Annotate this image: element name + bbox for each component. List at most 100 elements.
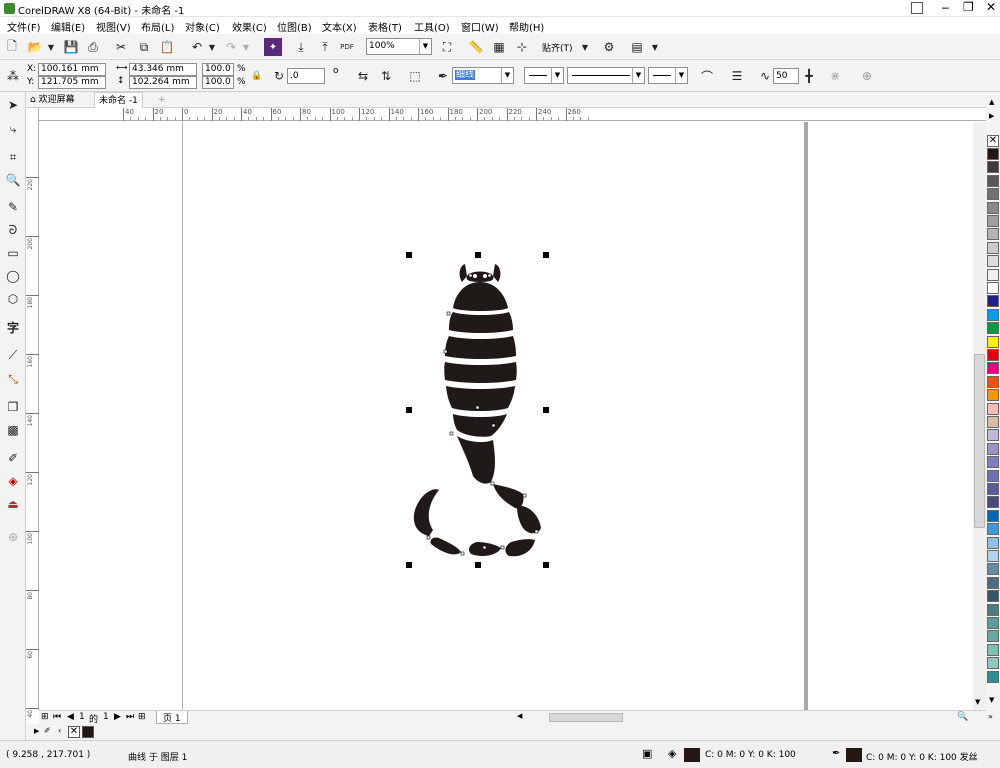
add-page-before-icon[interactable]: ⊞: [41, 712, 49, 722]
zoom-level-select[interactable]: 100% ▼: [366, 38, 432, 55]
start-arrowhead-select[interactable]: ▼: [524, 67, 564, 84]
rectangle-tool-icon[interactable]: ▭: [4, 244, 22, 262]
tab-welcome-screen[interactable]: ⌂ 欢迎屏幕: [26, 92, 79, 108]
application-launcher-icon[interactable]: ▤: [628, 38, 646, 56]
close-curve-icon[interactable]: ⌒: [698, 67, 716, 85]
reduce-nodes-icon[interactable]: ⋇: [826, 67, 844, 85]
palette-swatch[interactable]: [987, 536, 999, 549]
palette-swatch[interactable]: [987, 429, 999, 442]
vertical-scroll-thumb[interactable]: [974, 354, 985, 528]
palette-swatch[interactable]: [987, 201, 999, 214]
zoom-tool-icon[interactable]: 🔍: [4, 171, 22, 189]
page-tab[interactable]: 页 1: [156, 711, 188, 724]
end-arrowhead-select[interactable]: ▼: [648, 67, 688, 84]
menu-edit[interactable]: 编辑(E): [51, 19, 85, 34]
close-icon[interactable]: ✕: [986, 0, 996, 14]
palette-swatch[interactable]: [987, 255, 999, 268]
palette-swatch[interactable]: [987, 188, 999, 201]
palette-swatch[interactable]: [987, 402, 999, 415]
palette-swatch[interactable]: [987, 148, 999, 160]
selection-handle-top-left[interactable]: [406, 252, 412, 258]
palette-swatch[interactable]: [987, 643, 999, 656]
line-style-select[interactable]: ▼: [567, 67, 645, 84]
height-input[interactable]: 102.264 mm: [129, 76, 197, 89]
palette-swatch[interactable]: [987, 174, 999, 187]
object-origin-icon[interactable]: ⁂: [4, 67, 22, 85]
user-icon[interactable]: [911, 2, 923, 14]
menu-layout[interactable]: 布局(L): [141, 19, 174, 34]
vertical-ruler[interactable]: 220 200 180 160 140 120 100 80 60 40: [26, 108, 39, 718]
no-color-swatch[interactable]: ✕: [68, 726, 80, 738]
palette-swatch[interactable]: [987, 657, 999, 670]
document-color-swatch[interactable]: [82, 726, 94, 738]
search-content-icon[interactable]: ✦: [264, 38, 282, 56]
selection-handle-left[interactable]: [406, 407, 412, 413]
smart-fill-tool-icon[interactable]: ⏏: [4, 495, 22, 513]
rulers-icon[interactable]: 📏: [467, 38, 485, 56]
selection-handle-bottom-left[interactable]: [406, 562, 412, 568]
scroll-down-icon[interactable]: ▼: [975, 698, 980, 706]
palette-swatch[interactable]: [987, 630, 999, 643]
add-page-after-icon[interactable]: ⊞: [138, 712, 146, 722]
print-icon[interactable]: ⎙: [84, 38, 102, 56]
palette-swatch[interactable]: [987, 295, 999, 308]
open-dropdown-icon[interactable]: ▼: [42, 38, 60, 56]
palette-swatch[interactable]: [987, 456, 999, 469]
smoothing-slider-icon[interactable]: ╋: [800, 67, 818, 85]
menu-help[interactable]: 帮助(H): [509, 19, 544, 34]
fill-color-swatch[interactable]: [684, 748, 700, 762]
next-page-icon[interactable]: ▶: [114, 712, 121, 722]
palette-swatch[interactable]: [987, 215, 999, 227]
mirror-horizontal-icon[interactable]: ⇆: [354, 67, 372, 85]
menu-table[interactable]: 表格(T): [368, 19, 402, 34]
palette-swatch[interactable]: [987, 268, 999, 281]
palette-swatch[interactable]: [987, 670, 999, 683]
grid-icon[interactable]: ▦: [490, 38, 508, 56]
scroll-left-icon[interactable]: ‹: [58, 726, 61, 735]
artistic-media-tool-icon[interactable]: ᘐ: [4, 221, 22, 239]
transparency-tool-icon[interactable]: ▩: [4, 421, 22, 439]
palette-expand-icon[interactable]: »: [988, 712, 993, 721]
polygon-tool-icon[interactable]: ⬡: [4, 290, 22, 308]
previous-page-icon[interactable]: ◀: [67, 712, 74, 722]
copy-icon[interactable]: ⧉: [135, 38, 153, 56]
zoom-view-icon[interactable]: 🔍: [957, 712, 968, 722]
horizontal-scroll-thumb[interactable]: [549, 713, 623, 722]
palette-swatch[interactable]: [987, 550, 999, 562]
palette-swatch[interactable]: [987, 603, 999, 616]
shape-tool-icon[interactable]: ⤷: [4, 120, 22, 138]
width-input[interactable]: 43.346 mm: [129, 63, 197, 76]
palette-swatch[interactable]: [987, 228, 999, 241]
palette-swatch[interactable]: [987, 617, 999, 629]
vertical-scrollbar[interactable]: ▼: [973, 122, 986, 710]
export-icon[interactable]: ⤒: [316, 38, 334, 56]
parallel-dimension-tool-icon[interactable]: ⟋: [4, 346, 22, 364]
drop-shadow-tool-icon[interactable]: ❐: [4, 398, 22, 416]
scorpion-artwork[interactable]: [405, 250, 555, 570]
save-icon[interactable]: 💾: [62, 38, 80, 56]
palette-swatch[interactable]: [987, 563, 999, 576]
full-screen-icon[interactable]: ⛶: [438, 38, 456, 56]
paste-icon[interactable]: 📋: [158, 38, 176, 56]
new-tab-plus-icon[interactable]: +: [154, 92, 170, 108]
eyedropper-tool-icon[interactable]: ✐: [4, 449, 22, 467]
horizontal-ruler[interactable]: 40 20 0 20 40 60 80 100 120 140 160 180 200 220 240 260: [39, 108, 986, 121]
y-position-input[interactable]: 121.705 mm: [38, 76, 106, 89]
menu-window[interactable]: 窗口(W): [461, 19, 499, 34]
options-gear-icon[interactable]: ⚙: [600, 38, 618, 56]
palette-swatch[interactable]: [987, 469, 999, 482]
palette-swatch[interactable]: [987, 161, 999, 174]
snap-dropdown-icon[interactable]: ▼: [576, 38, 594, 56]
palette-swatch[interactable]: [987, 483, 999, 495]
palette-down-icon[interactable]: ▼: [989, 696, 994, 704]
selection-handle-bottom-right[interactable]: [543, 562, 549, 568]
x-position-input[interactable]: 100.161 mm: [38, 63, 106, 76]
selection-handle-bottom[interactable]: [475, 562, 481, 568]
palette-swatch[interactable]: [987, 496, 999, 509]
palette-swatch[interactable]: [987, 308, 999, 321]
selection-handle-top[interactable]: [475, 252, 481, 258]
palette-swatch[interactable]: [987, 523, 999, 536]
palette-swatch[interactable]: [987, 349, 999, 361]
new-document-icon[interactable]: 🗋: [3, 38, 21, 56]
lock-ratio-icon[interactable]: 🔒: [248, 67, 266, 85]
